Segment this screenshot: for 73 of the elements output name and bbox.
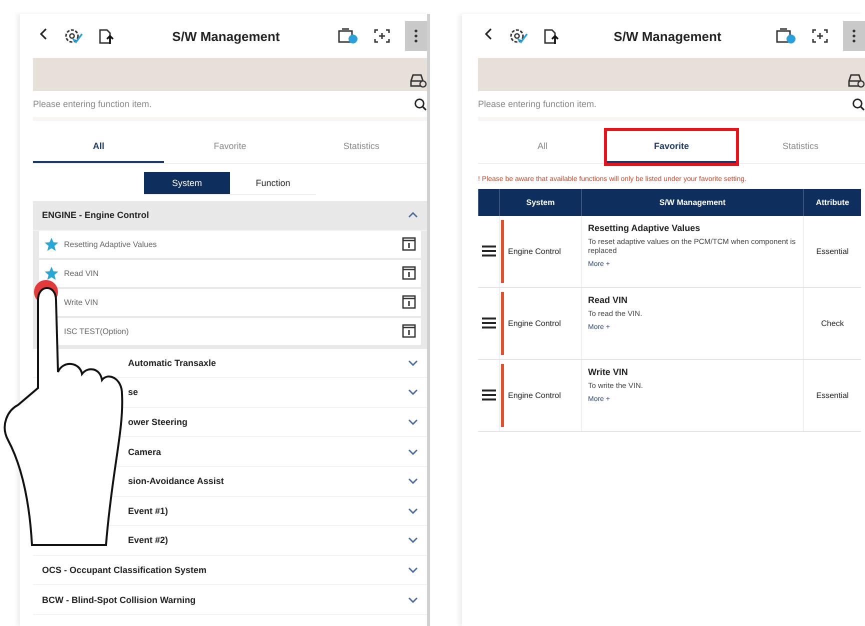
drag-handle-icon[interactable] [482, 316, 496, 328]
car-check-icon[interactable] [408, 72, 427, 88]
drag-handle-icon[interactable] [482, 244, 496, 256]
table-cell: Essential [816, 247, 849, 256]
table-cell: Engine Control [508, 247, 561, 256]
function-item[interactable]: ISC TEST(Option) [64, 326, 129, 336]
info-icon[interactable] [402, 295, 416, 310]
screen-title: S/W Management [171, 28, 281, 44]
drag-handle-icon[interactable] [482, 388, 496, 400]
accordion-title[interactable]: Event #2) [128, 535, 168, 546]
column-header: Attribute [803, 189, 861, 216]
segment-button[interactable]: System [144, 172, 230, 195]
tab[interactable]: Statistics [296, 131, 427, 163]
tab[interactable]: Favorite [606, 131, 736, 163]
chevron-icon[interactable] [408, 419, 418, 426]
info-icon[interactable] [402, 266, 416, 280]
chevron-icon[interactable] [408, 508, 418, 514]
search-field[interactable]: Please entering function item. [478, 99, 852, 109]
function-item[interactable]: Read VIN [64, 268, 99, 278]
tab[interactable]: Statistics [736, 131, 865, 163]
accordion-title[interactable]: se [128, 387, 138, 398]
star-icon[interactable] [44, 236, 59, 252]
more-menu-button[interactable] [404, 21, 427, 51]
tab[interactable]: All [33, 131, 164, 163]
chevron-icon[interactable] [408, 478, 418, 484]
chevron-icon[interactable] [408, 567, 418, 574]
chevron-icon[interactable] [408, 537, 418, 544]
search-icon[interactable] [414, 98, 427, 110]
accordion-title[interactable]: ower Steering [128, 417, 188, 428]
function-title: Read VIN [588, 295, 628, 305]
gear-check-icon[interactable] [63, 27, 83, 45]
table-cell: Check [821, 319, 844, 328]
column-header: System [499, 189, 582, 216]
accordion-title[interactable]: Camera [128, 446, 162, 457]
tab[interactable]: Favorite [164, 131, 296, 163]
device-battery-icon[interactable] [775, 27, 797, 45]
tab[interactable]: All [478, 131, 607, 163]
document-upload-icon[interactable] [542, 27, 560, 45]
chevron-icon[interactable] [408, 389, 418, 396]
search-field[interactable]: Please entering function item. [33, 99, 414, 109]
document-upload-icon[interactable] [97, 27, 115, 45]
accordion-title[interactable]: Automatic Transaxle [128, 358, 216, 368]
device-battery-icon[interactable] [336, 27, 359, 45]
more-vertical-icon[interactable] [852, 29, 856, 43]
scan-icon[interactable] [372, 28, 391, 44]
column-header: S/W Management [581, 189, 804, 216]
table-cell: Engine Control [508, 391, 561, 400]
chevron-icon[interactable] [408, 448, 418, 455]
function-title: Resetting Adaptive Values [588, 223, 702, 233]
accordion-title[interactable]: BCW - Blind-Spot Collision Warning [42, 594, 196, 605]
more-vertical-icon[interactable] [414, 29, 418, 43]
gear-check-icon[interactable] [508, 27, 528, 45]
table-cell: Essential [816, 391, 849, 400]
info-icon[interactable] [402, 237, 416, 252]
chevron-icon[interactable] [408, 360, 418, 366]
chevron-icon[interactable] [408, 596, 418, 603]
accordion-title[interactable]: Event #1) [128, 506, 168, 516]
accordion-title[interactable]: ENGINE - Engine Control [42, 210, 149, 220]
info-icon[interactable] [402, 324, 416, 338]
car-check-icon[interactable] [847, 72, 865, 88]
star-icon[interactable] [44, 266, 59, 281]
accordion-title[interactable]: sion-Avoidance Assist [128, 476, 224, 486]
function-title: Write VIN [588, 367, 629, 377]
table-cell: Engine Control [508, 319, 561, 328]
screen-title: S/W Management [612, 28, 722, 44]
accordion-title[interactable]: OCS - Occupant Classification System [42, 565, 207, 576]
chevron-icon[interactable] [408, 212, 418, 218]
function-item[interactable]: Resetting Adaptive Values [64, 240, 157, 249]
segment-button[interactable]: Function [230, 172, 316, 195]
search-icon[interactable] [852, 98, 865, 110]
function-item[interactable]: Write VIN [64, 298, 98, 307]
more-menu-button[interactable] [843, 21, 865, 51]
scan-icon[interactable] [811, 28, 829, 44]
